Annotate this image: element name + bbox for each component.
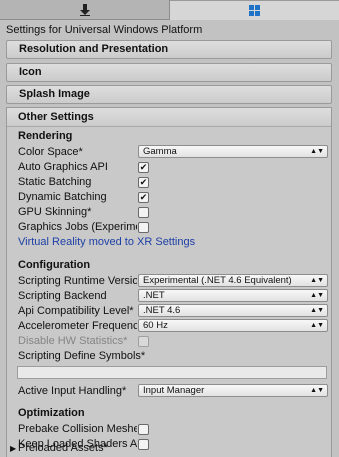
disable-hw-statistics-checkbox bbox=[138, 336, 149, 347]
prebake-collision-meshes-checkbox[interactable] bbox=[138, 424, 149, 435]
section-icon[interactable]: Icon bbox=[6, 63, 332, 82]
dropdown-arrow-icon: ▲▼ bbox=[310, 277, 324, 284]
vr-settings-link[interactable]: Virtual Reality moved to XR Settings bbox=[18, 236, 195, 248]
auto-graphics-api-checkbox[interactable]: ✔ bbox=[138, 162, 149, 173]
platform-title: Settings for Universal Windows Platform bbox=[6, 24, 203, 36]
api-compatibility-label: Api Compatibility Level* bbox=[18, 305, 134, 317]
active-input-handling-value: Input Manager bbox=[143, 385, 205, 396]
scripting-runtime-value: Experimental (.NET 4.6 Equivalent) bbox=[143, 275, 292, 286]
dropdown-arrow-icon: ▲▼ bbox=[310, 322, 324, 329]
tab-standalone[interactable] bbox=[0, 0, 170, 20]
graphics-jobs-checkbox[interactable] bbox=[138, 222, 149, 233]
static-batching-label: Static Batching bbox=[18, 176, 92, 188]
dropdown-arrow-icon: ▲▼ bbox=[310, 387, 324, 394]
disable-hw-statistics-label: Disable HW Statistics* bbox=[18, 335, 128, 347]
active-input-handling-dropdown[interactable]: Input Manager ▲▼ bbox=[138, 384, 328, 397]
color-space-dropdown[interactable]: Gamma ▲▼ bbox=[138, 145, 328, 158]
color-space-value: Gamma bbox=[143, 146, 177, 157]
scripting-backend-dropdown[interactable]: .NET ▲▼ bbox=[138, 289, 328, 302]
active-input-handling-label: Active Input Handling* bbox=[18, 385, 127, 397]
scripting-runtime-label: Scripting Runtime Version bbox=[18, 275, 137, 287]
windows-logo-icon bbox=[249, 5, 260, 16]
foldout-arrow-icon[interactable]: ▶ bbox=[10, 444, 16, 453]
accelerometer-frequency-value: 60 Hz bbox=[143, 320, 168, 331]
scripting-backend-value: .NET bbox=[143, 290, 165, 301]
platform-tabs bbox=[0, 0, 339, 20]
dynamic-batching-label: Dynamic Batching bbox=[18, 191, 107, 203]
accelerometer-frequency-label: Accelerometer Frequency bbox=[18, 320, 137, 332]
tab-universal-windows[interactable] bbox=[170, 0, 339, 20]
download-arrow-icon bbox=[79, 3, 90, 16]
gpu-skinning-checkbox[interactable] bbox=[138, 207, 149, 218]
scripting-define-symbols-input[interactable] bbox=[17, 366, 327, 379]
section-splash-image[interactable]: Splash Image bbox=[6, 85, 332, 104]
accelerometer-frequency-dropdown[interactable]: 60 Hz ▲▼ bbox=[138, 319, 328, 332]
section-resolution-and-presentation[interactable]: Resolution and Presentation bbox=[6, 40, 332, 59]
scripting-backend-label: Scripting Backend bbox=[18, 290, 107, 302]
section-other-settings[interactable]: Other Settings bbox=[7, 108, 331, 127]
optimization-heading: Optimization bbox=[18, 407, 85, 419]
dynamic-batching-checkbox[interactable]: ✔ bbox=[138, 192, 149, 203]
preloaded-assets-foldout[interactable]: Preloaded Assets* bbox=[18, 442, 218, 454]
graphics-jobs-label: Graphics Jobs (Experimental) bbox=[18, 221, 137, 233]
dropdown-arrow-icon: ▲▼ bbox=[310, 307, 324, 314]
other-settings-panel: Other Settings Rendering Color Space* Ga… bbox=[6, 107, 332, 457]
color-space-label: Color Space* bbox=[18, 146, 83, 158]
configuration-heading: Configuration bbox=[18, 259, 91, 271]
auto-graphics-api-label: Auto Graphics API bbox=[18, 161, 108, 173]
prebake-collision-meshes-label: Prebake Collision Meshes* bbox=[18, 423, 137, 435]
dropdown-arrow-icon: ▲▼ bbox=[310, 292, 324, 299]
dropdown-arrow-icon: ▲▼ bbox=[310, 148, 324, 155]
scripting-runtime-dropdown[interactable]: Experimental (.NET 4.6 Equivalent) ▲▼ bbox=[138, 274, 328, 287]
scripting-define-symbols-label: Scripting Define Symbols* bbox=[18, 350, 146, 362]
static-batching-checkbox[interactable]: ✔ bbox=[138, 177, 149, 188]
api-compatibility-dropdown[interactable]: .NET 4.6 ▲▼ bbox=[138, 304, 328, 317]
rendering-heading: Rendering bbox=[18, 130, 73, 142]
gpu-skinning-label: GPU Skinning* bbox=[18, 206, 92, 218]
api-compatibility-value: .NET 4.6 bbox=[143, 305, 181, 316]
